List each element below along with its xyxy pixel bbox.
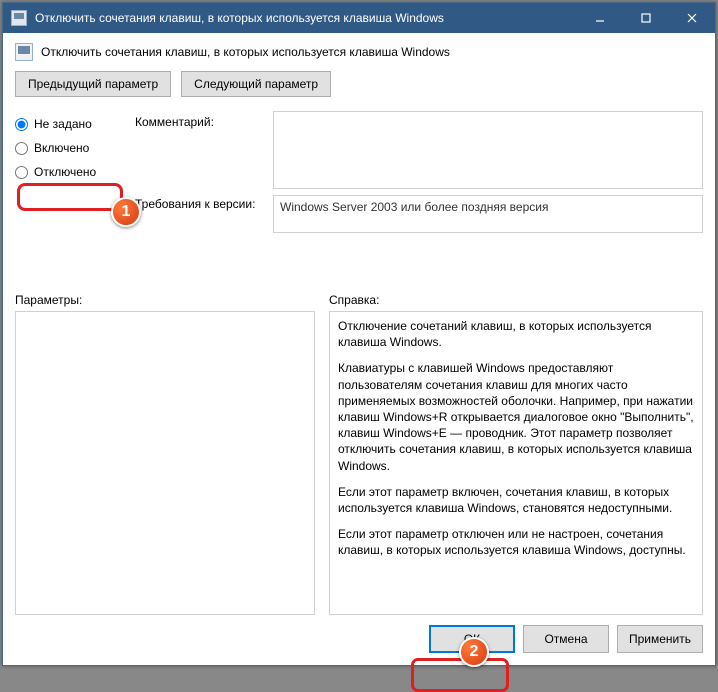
- next-setting-button[interactable]: Следующий параметр: [181, 71, 331, 97]
- window-title: Отключить сочетания клавиш, в которых ис…: [35, 11, 577, 25]
- annotation-badge-2: 2: [459, 637, 489, 667]
- annotation-highlight-2: [411, 658, 509, 692]
- annotation-badge-1: 1: [111, 197, 141, 227]
- dialog-window: Отключить сочетания клавиш, в которых ис…: [2, 2, 716, 666]
- help-label: Справка:: [329, 293, 703, 307]
- nav-buttons: Предыдущий параметр Следующий параметр: [15, 71, 703, 97]
- radio-enabled[interactable]: Включено: [15, 141, 125, 155]
- close-button[interactable]: [669, 3, 715, 33]
- radio-disabled-label: Отключено: [34, 165, 96, 179]
- help-paragraph: Если этот параметр отключен или не настр…: [338, 526, 694, 558]
- state-row: Не задано Включено Отключено Комментарий…: [15, 111, 703, 279]
- radio-not-configured-label: Не задано: [34, 117, 92, 131]
- details-row: Параметры: Справка: Отключение сочетаний…: [15, 293, 703, 615]
- apply-button[interactable]: Применить: [617, 625, 703, 653]
- radio-not-configured[interactable]: Не задано: [15, 117, 125, 131]
- radio-enabled-input[interactable]: [15, 142, 28, 155]
- field-labels: Комментарий: Требования к версии:: [135, 111, 263, 279]
- comment-textarea[interactable]: [273, 111, 703, 189]
- params-box[interactable]: [15, 311, 315, 615]
- radio-not-configured-input[interactable]: [15, 118, 28, 131]
- help-paragraph: Клавиатуры с клавишей Windows предоставл…: [338, 360, 694, 473]
- help-paragraph: Отключение сочетаний клавиш, в которых и…: [338, 318, 694, 350]
- requirements-label: Требования к версии:: [135, 197, 263, 211]
- dialog-content: Отключить сочетания клавиш, в которых ис…: [3, 33, 715, 665]
- comment-label: Комментарий:: [135, 115, 263, 129]
- radio-enabled-label: Включено: [34, 141, 89, 155]
- window-controls: [577, 3, 715, 33]
- cancel-button[interactable]: Отмена: [523, 625, 609, 653]
- help-paragraph: Если этот параметр включен, сочетания кл…: [338, 484, 694, 516]
- requirements-textarea: [273, 195, 703, 233]
- help-box[interactable]: Отключение сочетаний клавиш, в которых и…: [329, 311, 703, 615]
- params-label: Параметры:: [15, 293, 315, 307]
- policy-icon: [11, 10, 27, 26]
- maximize-button[interactable]: [623, 3, 669, 33]
- field-values: [273, 111, 703, 279]
- titlebar: Отключить сочетания клавиш, в которых ис…: [3, 3, 715, 33]
- dialog-footer: ОК Отмена Применить: [15, 625, 703, 653]
- params-column: Параметры:: [15, 293, 315, 615]
- policy-icon: [15, 43, 33, 61]
- previous-setting-button[interactable]: Предыдущий параметр: [15, 71, 171, 97]
- policy-name: Отключить сочетания клавиш, в которых ис…: [41, 45, 450, 59]
- radio-disabled[interactable]: Отключено: [15, 165, 125, 179]
- help-column: Справка: Отключение сочетаний клавиш, в …: [329, 293, 703, 615]
- radio-disabled-input[interactable]: [15, 166, 28, 179]
- policy-header: Отключить сочетания клавиш, в которых ис…: [15, 43, 703, 61]
- state-radios: Не задано Включено Отключено: [15, 111, 125, 279]
- minimize-button[interactable]: [577, 3, 623, 33]
